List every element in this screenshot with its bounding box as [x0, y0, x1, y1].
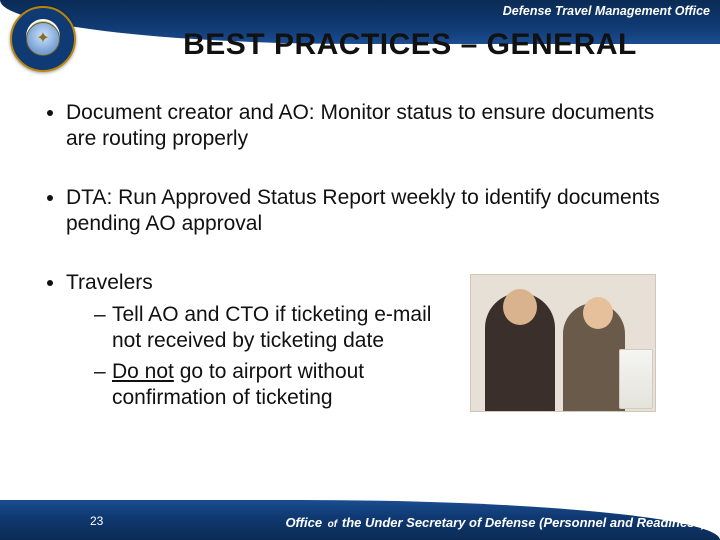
bullet-item: Document creator and AO: Monitor status …	[66, 100, 690, 151]
sub-bullet-item: Tell AO and CTO if ticketing e-mail not …	[94, 302, 456, 353]
footer-text: Office of the Under Secretary of Defense…	[285, 515, 706, 530]
monitor-icon	[619, 349, 653, 409]
travelers-row: Travelers Tell AO and CTO if ticketing e…	[66, 270, 690, 416]
footer-part: the Under Secretary of Defense (Personne…	[342, 515, 706, 530]
bullet-item: DTA: Run Approved Status Report weekly t…	[66, 185, 690, 236]
bullet-label: Travelers	[66, 271, 153, 294]
bullet-list: Document creator and AO: Monitor status …	[44, 100, 690, 416]
org-label: Defense Travel Management Office	[503, 4, 710, 18]
bottom-banner: 23 Office of the Under Secretary of Defe…	[0, 492, 720, 540]
sub-bullet-list: Tell AO and CTO if ticketing e-mail not …	[66, 302, 456, 410]
emphasis-text: Do not	[112, 360, 174, 383]
dod-seal-icon: ✦	[10, 6, 76, 72]
travelers-text: Travelers Tell AO and CTO if ticketing e…	[66, 270, 456, 416]
slide-body: Document creator and AO: Monitor status …	[44, 100, 690, 450]
bullet-item: Travelers Tell AO and CTO if ticketing e…	[66, 270, 690, 416]
photo-placeholder	[470, 274, 656, 412]
sub-bullet-item: Do not go to airport without confirmatio…	[94, 359, 456, 410]
slide: Defense Travel Management Office ✦ BEST …	[0, 0, 720, 540]
footer-part: Office	[285, 515, 325, 530]
page-number: 23	[90, 514, 103, 528]
slide-title: BEST PRACTICES – GENERAL	[120, 28, 700, 62]
eagle-icon: ✦	[36, 28, 49, 48]
seal-ring: ✦	[10, 6, 76, 72]
footer-of: of	[328, 519, 340, 530]
